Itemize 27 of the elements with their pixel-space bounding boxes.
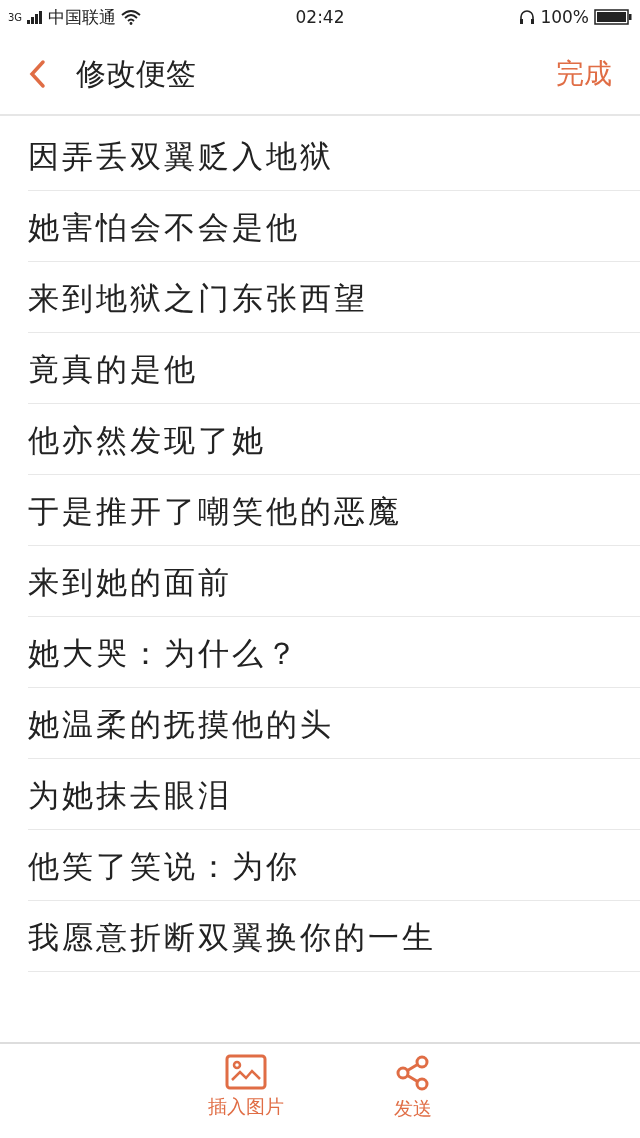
network-type: 3G — [8, 11, 23, 23]
image-icon — [225, 1054, 267, 1090]
note-line: 她害怕会不会是他 — [28, 191, 640, 262]
note-line: 来到地狱之门东张西望 — [28, 262, 640, 333]
battery-icon — [594, 9, 632, 25]
note-line: 她温柔的抚摸他的头 — [28, 688, 640, 759]
note-line: 他笑了笑说：为你 — [28, 830, 640, 901]
note-line: 竟真的是他 — [28, 333, 640, 404]
note-line: 因弄丢双翼贬入地狱 — [28, 120, 640, 191]
signal-icon — [27, 10, 44, 24]
done-button[interactable]: 完成 — [556, 55, 612, 93]
note-line: 他亦然发现了她 — [28, 404, 640, 475]
note-line: 我愿意折断双翼换你的一生 — [28, 901, 640, 972]
send-button[interactable]: 发送 — [384, 1050, 442, 1138]
back-icon — [28, 59, 46, 89]
headphones-icon — [519, 9, 536, 25]
carrier-name: 中国联通 — [48, 5, 117, 29]
share-icon — [395, 1054, 431, 1092]
page-title: 修改便签 — [76, 54, 197, 93]
battery-percent: 100% — [540, 7, 589, 27]
note-line: 她大哭：为什么？ — [28, 617, 640, 688]
note-line: 来到她的面前 — [28, 546, 640, 617]
status-time: 02:42 — [295, 7, 345, 27]
note-line: 于是推开了嘲笑他的恶魔 — [28, 475, 640, 546]
note-line: 为她抹去眼泪 — [28, 759, 640, 830]
insert-image-button[interactable]: 插入图片 — [198, 1050, 294, 1138]
wifi-icon — [121, 9, 142, 25]
